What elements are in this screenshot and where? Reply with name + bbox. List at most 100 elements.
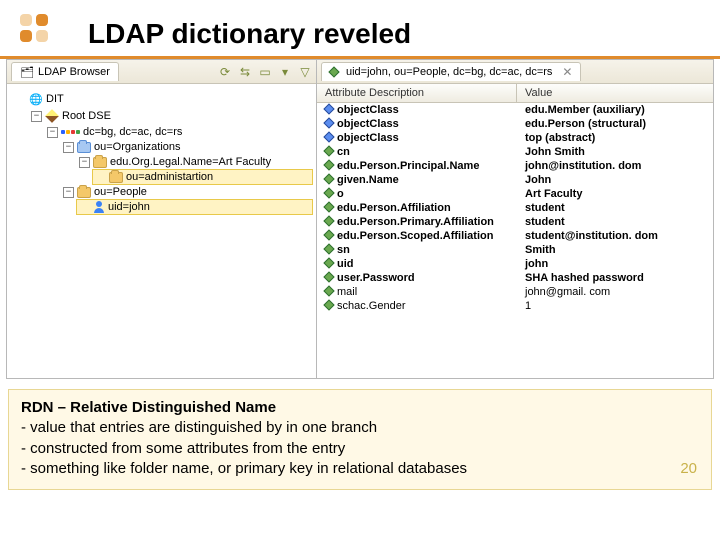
tree-node-dit[interactable]: DIT	[13, 91, 312, 107]
attr-name: mail	[325, 286, 525, 298]
attr-name: edu.Person.Principal.Name	[325, 160, 525, 172]
attr-row[interactable]: schac.Gender1	[317, 299, 713, 313]
attr-name: objectClass	[325, 132, 525, 144]
collapse-toggle[interactable]: −	[31, 111, 42, 122]
attr-value: Art Faculty	[525, 188, 705, 200]
tab-ldap-browser[interactable]: 🗂 LDAP Browser	[11, 62, 119, 81]
tree-node-art-faculty[interactable]: − edu.Org.Legal.Name=Art Faculty	[77, 155, 312, 169]
col-attribute[interactable]: Attribute Description	[317, 84, 517, 102]
tree-node-uid-john[interactable]: uid=john	[77, 200, 312, 214]
attr-row[interactable]: objectClasstop (abstract)	[317, 131, 713, 145]
slide-title: LDAP dictionary reveled	[88, 18, 720, 50]
menu-icon[interactable]: ▽	[298, 65, 312, 79]
attr-row[interactable]: given.NameJohn	[317, 173, 713, 187]
attr-name: objectClass	[325, 118, 525, 130]
entry-tabbar: uid=john, ou=People, dc=bg, dc=ac, dc=rs…	[317, 60, 713, 84]
attr-row[interactable]: snSmith	[317, 243, 713, 257]
attr-name: o	[325, 188, 525, 200]
collapse-toggle[interactable]: −	[47, 127, 58, 138]
browser-tabbar: 🗂 LDAP Browser ⟳ ⇆ ▭ ▾ ▽	[7, 60, 316, 84]
node-label: ou=Organizations	[94, 141, 181, 153]
attr-icon	[323, 159, 334, 170]
attr-row[interactable]: oArt Faculty	[317, 187, 713, 201]
entry-pane: uid=john, ou=People, dc=bg, dc=ac, dc=rs…	[317, 60, 713, 378]
tree-node-dc[interactable]: − dc=bg, dc=ac, dc=rs	[45, 125, 312, 139]
tree-node-root-dse[interactable]: − Root DSE	[29, 108, 312, 124]
attr-row[interactable]: mailjohn@gmail. com	[317, 285, 713, 299]
ldap-browser-pane: 🗂 LDAP Browser ⟳ ⇆ ▭ ▾ ▽ DIT	[7, 60, 317, 378]
attr-icon	[323, 257, 334, 268]
attr-icon	[323, 201, 334, 212]
attr-name: user.Password	[325, 272, 525, 284]
tab-entry-uid-john[interactable]: uid=john, ou=People, dc=bg, dc=ac, dc=rs…	[321, 62, 581, 81]
attr-row[interactable]: uidjohn	[317, 257, 713, 271]
slide-logo	[20, 14, 66, 48]
tree-node-administration[interactable]: ou=administartion	[93, 170, 312, 184]
pencil-icon	[45, 109, 59, 123]
filter-icon[interactable]: ▾	[278, 65, 292, 79]
link-icon[interactable]: ⇆	[238, 65, 252, 79]
attr-row[interactable]: cnJohn Smith	[317, 145, 713, 159]
attr-name: cn	[325, 146, 525, 158]
tab-label: uid=john, ou=People, dc=bg, dc=ac, dc=rs	[346, 66, 552, 78]
attr-row[interactable]: objectClassedu.Member (auxiliary)	[317, 103, 713, 117]
slide-header: LDAP dictionary reveled	[0, 0, 720, 59]
person-icon	[93, 201, 105, 213]
node-label: ou=administartion	[126, 171, 213, 183]
attr-row[interactable]: edu.Person.Affiliationstudent	[317, 201, 713, 215]
attr-icon	[323, 145, 334, 156]
refresh-icon[interactable]: ⟳	[218, 65, 232, 79]
attr-icon	[323, 285, 334, 296]
attr-name: uid	[325, 258, 525, 270]
slide-footer-note: RDN – Relative Distinguished Name - valu…	[8, 389, 712, 490]
entry-icon	[328, 66, 339, 77]
attr-name: edu.Person.Primary.Affiliation	[325, 216, 525, 228]
attr-icon	[323, 299, 334, 310]
objectclass-icon	[323, 103, 334, 114]
folder-icon	[77, 187, 91, 198]
tab-label: LDAP Browser	[38, 66, 110, 78]
attr-value: Smith	[525, 244, 705, 256]
globe-icon	[29, 92, 43, 106]
collapse-toggle[interactable]: −	[63, 187, 74, 198]
tree-node-organizations[interactable]: − ou=Organizations	[61, 140, 312, 154]
objectclass-icon	[323, 131, 334, 142]
ldap-tree[interactable]: DIT − Root DSE	[7, 84, 316, 378]
ldap-app: 🗂 LDAP Browser ⟳ ⇆ ▭ ▾ ▽ DIT	[6, 59, 714, 379]
attr-name: objectClass	[325, 104, 525, 116]
node-label: dc=bg, dc=ac, dc=rs	[83, 126, 182, 138]
attr-row[interactable]: edu.Person.Principal.Namejohn@institutio…	[317, 159, 713, 173]
attr-row[interactable]: user.PasswordSHA hashed password	[317, 271, 713, 285]
attr-name: edu.Person.Scoped.Affiliation	[325, 230, 525, 242]
collapse-icon[interactable]: ▭	[258, 65, 272, 79]
footer-heading: RDN – Relative Distinguished Name	[21, 399, 276, 416]
attr-table-header: Attribute Description Value	[317, 84, 713, 103]
attr-row[interactable]: edu.Person.Primary.Affiliationstudent	[317, 215, 713, 229]
dc-icon	[61, 130, 80, 134]
attr-value: john	[525, 258, 705, 270]
footer-line: - constructed from some attributes from …	[21, 440, 345, 457]
folder-icon	[93, 157, 107, 168]
tree-node-people[interactable]: − ou=People	[61, 185, 312, 199]
attr-icon	[323, 173, 334, 184]
attr-icon	[323, 271, 334, 282]
footer-line: - something like folder name, or primary…	[21, 460, 467, 477]
collapse-toggle[interactable]: −	[79, 157, 90, 168]
attr-value: top (abstract)	[525, 132, 705, 144]
attr-row[interactable]: edu.Person.Scoped.Affiliationstudent@ins…	[317, 229, 713, 243]
attr-row[interactable]: objectClassedu.Person (structural)	[317, 117, 713, 131]
attr-name: given.Name	[325, 174, 525, 186]
attr-name: edu.Person.Affiliation	[325, 202, 525, 214]
node-label: DIT	[46, 93, 64, 105]
page-number: 20	[680, 459, 697, 479]
attr-icon	[323, 243, 334, 254]
attr-icon	[323, 215, 334, 226]
attr-value: edu.Person (structural)	[525, 118, 705, 130]
collapse-toggle[interactable]: −	[63, 142, 74, 153]
attr-table-body[interactable]: objectClassedu.Member (auxiliary)objectC…	[317, 103, 713, 378]
col-value[interactable]: Value	[517, 84, 713, 102]
attr-value: student@institution. dom	[525, 230, 705, 242]
close-icon[interactable]: ✕	[562, 65, 572, 79]
attr-value: student	[525, 216, 705, 228]
attr-value: John	[525, 174, 705, 186]
